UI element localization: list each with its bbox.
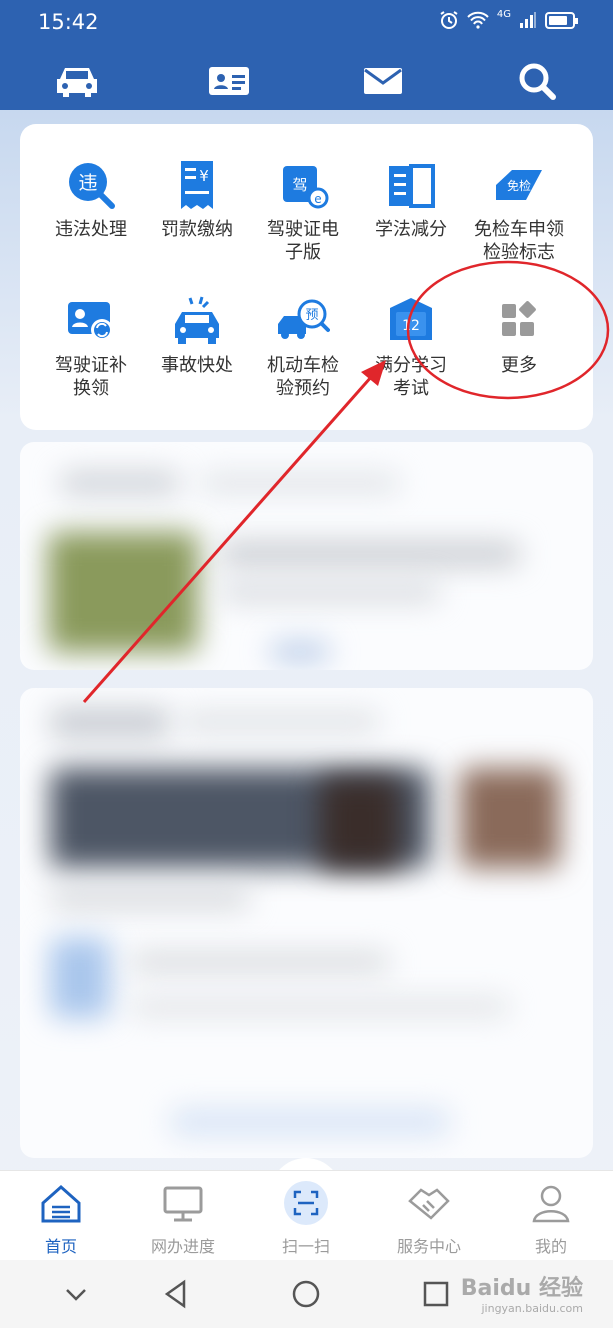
back-icon[interactable] xyxy=(160,1278,192,1310)
service-label: 罚款缴纳 xyxy=(161,219,233,240)
watermark-brand: Baidu 经验 xyxy=(460,1276,583,1301)
service-label: 驾驶证电 子版 xyxy=(267,219,339,263)
home-icon xyxy=(41,1184,81,1223)
recents-icon[interactable] xyxy=(420,1278,452,1310)
service-accident[interactable]: 事故快处 xyxy=(144,294,250,377)
service-more[interactable]: 更多 xyxy=(466,294,572,377)
svg-text:¥: ¥ xyxy=(199,167,209,185)
service-label: 免检车申领 检验标志 xyxy=(474,219,564,263)
watermark: Baidu 经验 jingyan.baidu.com xyxy=(461,1270,583,1315)
service-license-renew[interactable]: 驾驶证补 换领 xyxy=(38,294,144,400)
service-fine-payment[interactable]: ¥ 罚款缴纳 xyxy=(144,158,250,241)
more-grid-icon xyxy=(502,301,536,336)
service-label: 违法处理 xyxy=(55,219,127,240)
tab-progress[interactable]: 网办进度 xyxy=(128,1181,238,1257)
service-full-score-exam[interactable]: 12 满分学习 考试 xyxy=(358,294,464,400)
scan-icon xyxy=(284,1181,328,1225)
status-time: 15:42 xyxy=(38,10,99,34)
service-label: 学法减分 xyxy=(375,219,447,240)
search-icon[interactable] xyxy=(512,56,562,106)
svg-text:免检: 免检 xyxy=(507,178,531,193)
tab-label: 首页 xyxy=(44,1237,77,1256)
accident-icon xyxy=(175,296,219,344)
car-icon[interactable] xyxy=(52,56,102,106)
service-inspection-booking[interactable]: 预 机动车检 验预约 xyxy=(250,294,356,400)
service-study-deduct[interactable]: 学法减分 xyxy=(358,158,464,241)
tab-mine[interactable]: 我的 xyxy=(496,1181,606,1257)
monitor-icon xyxy=(163,1186,203,1222)
alarm-icon xyxy=(440,11,458,29)
blurred-card-videos xyxy=(20,688,593,1158)
e-license-icon: 驾e xyxy=(283,166,329,209)
blurred-card-news xyxy=(20,442,593,670)
fine-receipt-icon: ¥ xyxy=(181,161,213,209)
svg-text:驾: 驾 xyxy=(292,176,307,194)
inspection-booking-icon: 预 xyxy=(278,299,330,339)
home-circle-icon[interactable] xyxy=(290,1278,322,1310)
svg-text:12: 12 xyxy=(402,318,420,334)
watermark-url: jingyan.baidu.com xyxy=(481,1302,583,1315)
signal-icon xyxy=(520,12,536,28)
service-violation[interactable]: 违 违法处理 xyxy=(38,158,144,241)
status-icons: 4G xyxy=(439,8,578,30)
tab-label: 扫一扫 xyxy=(281,1237,330,1256)
mail-icon[interactable] xyxy=(358,56,408,106)
study-book-icon xyxy=(389,164,435,208)
tab-home[interactable]: 首页 xyxy=(6,1181,116,1257)
violation-search-icon: 违 xyxy=(69,163,115,209)
tab-label: 服务中心 xyxy=(396,1237,461,1256)
svg-text:违: 违 xyxy=(78,172,97,194)
status-bar: 15:42 4G xyxy=(0,0,613,44)
full-score-exam-icon: 12 xyxy=(390,298,432,340)
service-e-license[interactable]: 驾e 驾驶证电 子版 xyxy=(250,158,356,264)
id-card-icon[interactable] xyxy=(204,56,254,106)
service-label: 机动车检 验预约 xyxy=(267,355,339,399)
tab-label: 我的 xyxy=(534,1237,567,1256)
service-label: 更多 xyxy=(501,355,537,376)
services-card: 违 违法处理 ¥ 罚款缴纳 驾e 驾驶证电 子版 学法减分 免检 免检车申领 检… xyxy=(20,124,593,430)
svg-text:预: 预 xyxy=(305,308,318,323)
handshake-icon xyxy=(408,1188,450,1220)
chevron-down-icon[interactable] xyxy=(60,1278,92,1310)
tab-label: 网办进度 xyxy=(150,1237,215,1256)
wifi-icon xyxy=(467,11,489,29)
service-label: 事故快处 xyxy=(161,355,233,376)
tab-scan[interactable]: 扫一扫 xyxy=(251,1181,361,1257)
network-type: 4G xyxy=(496,8,511,20)
top-nav xyxy=(0,56,613,108)
exempt-inspection-icon: 免检 xyxy=(496,170,542,200)
blurred-content xyxy=(20,442,593,1162)
service-label: 驾驶证补 换领 xyxy=(55,355,127,399)
battery-icon xyxy=(545,11,578,29)
user-icon xyxy=(532,1185,570,1223)
bottom-tab-bar: 首页 网办进度 扫一扫 服务中心 我的 xyxy=(0,1170,613,1260)
service-exempt-inspection[interactable]: 免检 免检车申领 检验标志 xyxy=(466,158,572,264)
service-label: 满分学习 考试 xyxy=(375,355,447,399)
svg-text:e: e xyxy=(314,192,321,206)
tab-service-center[interactable]: 服务中心 xyxy=(374,1181,484,1257)
license-renew-icon xyxy=(68,302,113,341)
